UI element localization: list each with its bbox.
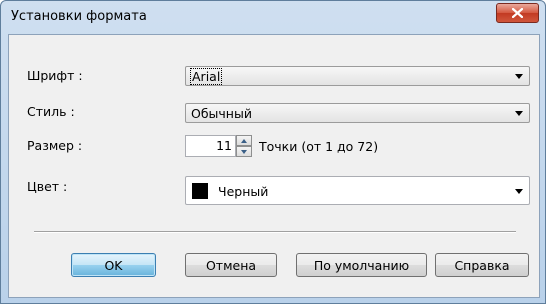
chevron-down-icon xyxy=(515,189,523,194)
separator xyxy=(34,231,516,233)
size-input[interactable]: 11 xyxy=(185,135,236,157)
chevron-down-icon xyxy=(515,111,523,116)
size-value: 11 xyxy=(216,138,232,153)
size-decrease-button[interactable] xyxy=(236,146,252,157)
color-swatch xyxy=(192,183,208,199)
ok-button[interactable]: OK xyxy=(71,253,156,277)
format-settings-dialog: Установки формата Шрифт : Arial Стиль : … xyxy=(0,0,546,304)
style-select-value: Обычный xyxy=(191,106,252,121)
font-select-value: Arial xyxy=(189,68,223,85)
font-select[interactable]: Arial xyxy=(185,66,530,86)
dialog-title: Установки формата xyxy=(11,9,147,24)
dialog-body: Шрифт : Arial Стиль : Обычный Размер : 1… xyxy=(8,34,540,298)
arrow-up-icon xyxy=(241,138,247,143)
color-select-value: Черный xyxy=(218,184,269,199)
close-icon xyxy=(512,8,523,18)
style-label: Стиль : xyxy=(27,104,75,119)
help-button[interactable]: Справка xyxy=(435,253,529,277)
arrow-down-icon xyxy=(241,149,247,154)
size-label: Размер : xyxy=(27,138,83,153)
close-button[interactable] xyxy=(496,3,539,23)
color-select[interactable]: Черный xyxy=(185,176,530,205)
style-select[interactable]: Обычный xyxy=(185,103,530,123)
color-label: Цвет : xyxy=(27,179,68,194)
title-bar[interactable]: Установки формата xyxy=(1,1,545,33)
size-hint: Точки (от 1 до 72) xyxy=(259,139,379,154)
default-button[interactable]: По умолчанию xyxy=(296,253,427,277)
size-increase-button[interactable] xyxy=(236,135,252,146)
cancel-button[interactable]: Отмена xyxy=(185,253,277,277)
chevron-down-icon xyxy=(515,74,523,79)
font-label: Шрифт : xyxy=(27,68,83,83)
